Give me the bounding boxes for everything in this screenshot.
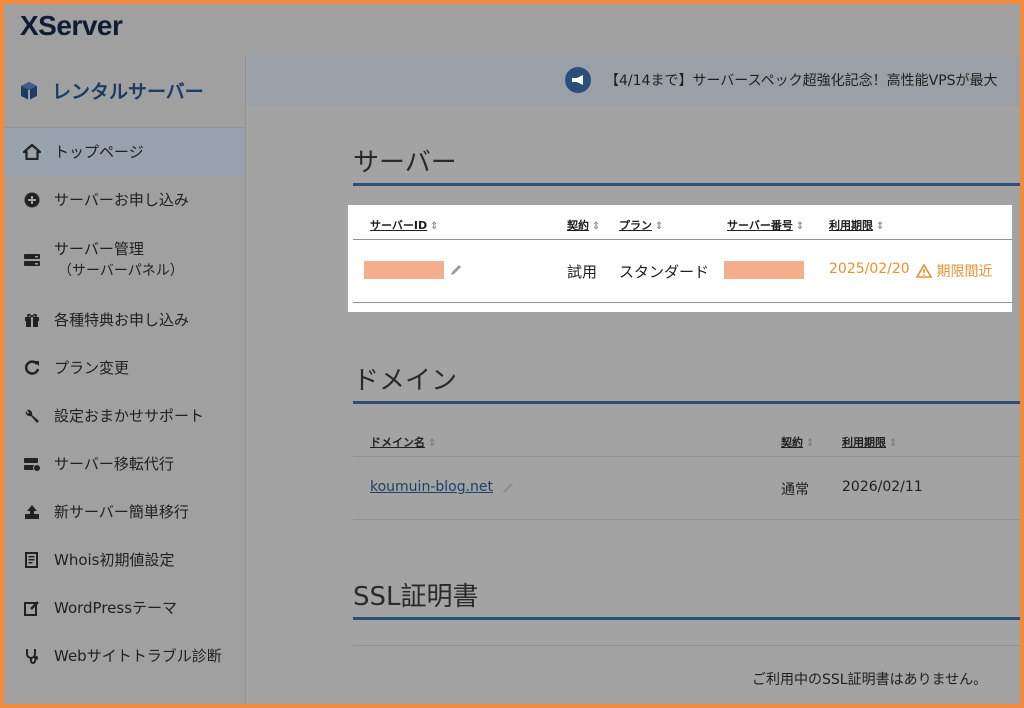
sidebar-item-label: WordPressテーマ xyxy=(54,599,178,617)
col-server-number[interactable]: サーバー番号 ⇕ xyxy=(727,217,804,233)
edit-pencil-icon[interactable] xyxy=(501,481,515,495)
col-contract[interactable]: 契約 ⇕ xyxy=(567,217,600,233)
table-divider xyxy=(353,456,1020,457)
sidebar-item-server-transfer[interactable]: サーバー移転代行 xyxy=(4,440,245,488)
sidebar-item-label: 各種特典お申し込み xyxy=(54,311,190,329)
redacted-server-id xyxy=(364,261,444,279)
gift-icon xyxy=(22,310,42,330)
sidebar-item-plan-change[interactable]: プラン変更 xyxy=(4,344,245,392)
sidebar-item-setup-support[interactable]: 設定おまかせサポート xyxy=(4,392,245,440)
sidebar-title: レンタルサーバー xyxy=(52,81,204,103)
col-label: 利用期限 xyxy=(842,436,886,449)
sidebar-item-wordpress-theme[interactable]: WordPressテーマ xyxy=(4,584,245,632)
col-domain-contract[interactable]: 契約 ⇕ xyxy=(781,434,814,450)
server-plan: スタンダード xyxy=(619,263,710,281)
home-icon xyxy=(22,142,42,162)
sidebar-item-sublabel: （サーバーパネル） xyxy=(58,263,184,279)
server-cube-icon xyxy=(21,81,37,100)
server-icon xyxy=(22,250,42,270)
sort-icon: ⇕ xyxy=(876,221,885,232)
sidebar-item-whois[interactable]: Whois初期値設定 xyxy=(4,536,245,584)
col-label: 契約 xyxy=(567,219,589,232)
sidebar-item-label: サーバー管理 xyxy=(54,240,144,258)
sort-icon: ⇕ xyxy=(430,221,439,232)
table-divider xyxy=(353,519,1020,520)
sidebar-item-benefits[interactable]: 各種特典お申し込み xyxy=(4,296,245,344)
col-label: サーバー番号 xyxy=(727,219,793,232)
col-domain-name[interactable]: ドメイン名 ⇕ xyxy=(370,434,436,450)
megaphone-icon xyxy=(565,67,591,93)
sidebar-item-text: サーバー管理 （サーバーパネル） xyxy=(54,238,184,282)
top-header: XServer xyxy=(4,4,1020,54)
domain-name-link[interactable]: koumuin-blog.net xyxy=(370,479,493,495)
ssl-section-rule xyxy=(353,617,1020,620)
sort-icon: ⇕ xyxy=(592,221,601,232)
sidebar-item-label: Whois初期値設定 xyxy=(54,551,175,569)
sort-icon: ⇕ xyxy=(806,438,815,449)
server-table: サーバーID ⇕ 契約 ⇕ プラン ⇕ サーバー番号 ⇕ 利用期限 ⇕ 試用 スタンダード… xyxy=(348,205,1012,312)
col-server-id[interactable]: サーバーID ⇕ xyxy=(370,217,439,233)
domain-expiry: 2026/02/11 xyxy=(842,479,923,495)
xserver-logo[interactable]: XServer xyxy=(20,10,123,42)
edit-pencil-icon[interactable] xyxy=(449,263,463,277)
sidebar-item-server-apply[interactable]: サーバーお申し込み xyxy=(4,176,245,224)
col-expiry[interactable]: 利用期限 ⇕ xyxy=(829,217,884,233)
stethoscope-icon xyxy=(22,646,42,666)
sidebar-item-label: 新サーバー簡単移行 xyxy=(54,503,189,521)
sidebar-item-label: サーバーお申し込み xyxy=(54,191,189,209)
sort-icon: ⇕ xyxy=(795,221,805,232)
sidebar-item-label: Webサイトトラブル診断 xyxy=(54,647,222,665)
sidebar-item-easy-migration[interactable]: 新サーバー簡単移行 xyxy=(4,488,245,536)
upload-icon xyxy=(22,502,42,522)
sort-icon: ⇕ xyxy=(655,221,664,232)
sidebar-item-label: トップページ xyxy=(54,143,144,161)
col-domain-expiry[interactable]: 利用期限 ⇕ xyxy=(842,434,897,450)
server-section-title: サーバー xyxy=(353,148,457,178)
sidebar: レンタルサーバー トップページ サーバーお申し込み サーバー管理 （サーバーパネ… xyxy=(4,54,246,704)
domain-section-title: ドメイン xyxy=(353,366,458,396)
sidebar-header: レンタルサーバー xyxy=(4,54,245,128)
sidebar-item-label: プラン変更 xyxy=(54,359,130,377)
plus-circle-icon xyxy=(22,190,42,210)
announcement-bar[interactable]: 【4/14まで】サーバースペック超強化記念！高性能VPSが最大 xyxy=(247,54,1020,106)
sidebar-item-top-page[interactable]: トップページ xyxy=(4,128,245,176)
edit-icon xyxy=(22,598,42,618)
expiry-warning: 期限間近 xyxy=(915,261,993,281)
col-label: サーバーID xyxy=(370,219,428,232)
ssl-empty-message: ご利用中のSSL証明書はありません。 xyxy=(752,672,988,688)
domain-contract: 通常 xyxy=(781,482,809,498)
sidebar-item-server-management[interactable]: サーバー管理 （サーバーパネル） xyxy=(4,224,245,296)
sidebar-item-site-diagnosis[interactable]: Webサイトトラブル診断 xyxy=(4,632,245,680)
refresh-icon xyxy=(22,358,42,378)
server-section-rule xyxy=(353,183,1020,186)
sort-icon: ⇕ xyxy=(889,438,898,449)
sidebar-item-label: サーバー移転代行 xyxy=(54,455,174,473)
domain-section-rule xyxy=(353,401,1020,404)
app-window: XServer レンタルサーバー トップページ サーバーお申し込み サーバー管理… xyxy=(4,4,1020,704)
col-label: 利用期限 xyxy=(829,219,873,232)
server-contract: 試用 xyxy=(567,263,598,281)
col-label: 契約 xyxy=(781,436,803,449)
col-label: ドメイン名 xyxy=(370,436,425,449)
redacted-server-number xyxy=(724,261,804,279)
document-icon xyxy=(22,550,42,570)
warning-icon xyxy=(915,263,933,278)
announcement-text[interactable]: 【4/14まで】サーバースペック超強化記念！高性能VPSが最大 xyxy=(605,70,998,90)
table-divider xyxy=(353,302,1012,303)
table-divider xyxy=(353,239,1012,240)
col-label: プラン xyxy=(619,219,652,232)
col-plan[interactable]: プラン ⇕ xyxy=(619,217,663,233)
sort-icon: ⇕ xyxy=(428,438,437,449)
sidebar-item-label: 設定おまかせサポート xyxy=(54,407,205,425)
ssl-section-title: SSL証明書 xyxy=(353,582,479,612)
warning-label: 期限間近 xyxy=(936,264,993,280)
wrench-icon xyxy=(22,406,42,426)
server-expiry: 2025/02/20 xyxy=(829,261,910,277)
server-transfer-icon xyxy=(22,454,42,474)
table-divider xyxy=(353,645,1020,646)
